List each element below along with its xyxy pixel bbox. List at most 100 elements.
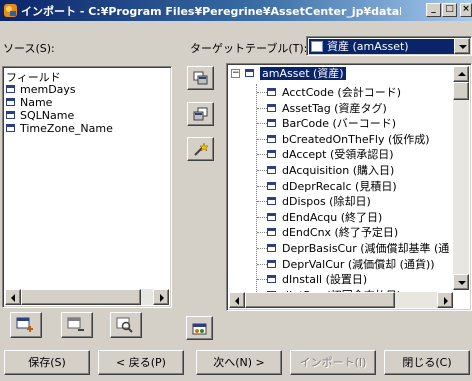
scroll-left-button[interactable] xyxy=(229,292,245,308)
next-button[interactable]: 次へ(N) > xyxy=(196,350,282,375)
scroll-down-button[interactable] xyxy=(453,274,469,290)
tree-item-label: dEndAcqu (終了日) xyxy=(282,210,383,224)
field-icon xyxy=(267,259,276,268)
tree-item-label: dAccept (受領承認日) xyxy=(282,148,394,162)
back-button[interactable]: < 戻る(P) xyxy=(98,350,184,375)
tree-root[interactable]: amAsset (資産) xyxy=(245,65,346,82)
wand-icon xyxy=(194,142,209,156)
field-icon xyxy=(267,88,276,96)
scroll-right-button[interactable] xyxy=(153,289,169,305)
import-button[interactable]: インポート(I) xyxy=(290,350,376,375)
tree-vscrollbar[interactable] xyxy=(453,66,469,290)
tree-connector xyxy=(257,279,267,281)
field-icon xyxy=(6,124,15,132)
maximize-button[interactable]: □ xyxy=(442,3,457,17)
remove-field-icon xyxy=(67,317,84,331)
field-icon xyxy=(267,119,276,128)
script-button[interactable] xyxy=(186,316,213,340)
field-icon xyxy=(267,150,276,159)
tree-item[interactable]: dDispos (除却日) xyxy=(267,193,371,210)
field-item[interactable]: memDays xyxy=(6,83,76,96)
tree-connector xyxy=(257,154,267,156)
collapse-icon[interactable]: − xyxy=(231,69,240,78)
chevron-down-icon xyxy=(459,45,467,49)
scroll-thumb[interactable] xyxy=(453,82,469,100)
source-field-list[interactable]: フィールド memDays Name SQLName TimeZone_Name xyxy=(2,66,172,308)
tree-item[interactable]: dAcquisition (購入日) xyxy=(267,162,394,179)
arrow-up-icon xyxy=(458,72,466,76)
remove-field-button[interactable] xyxy=(61,312,93,338)
close-window-button[interactable]: × xyxy=(460,3,472,17)
auto-map-button[interactable] xyxy=(187,137,214,161)
scroll-right-button[interactable] xyxy=(437,292,453,308)
tree-item[interactable]: BarCode (バーコード) xyxy=(267,115,396,132)
tree-item[interactable]: AssetTag (資産タグ) xyxy=(267,100,387,117)
target-table-select[interactable]: 資産 (amAsset) xyxy=(306,36,472,56)
tree-item-label: DeprValCur (減価償却 (通貨)) xyxy=(282,257,435,271)
tree-connector xyxy=(257,263,267,265)
field-item[interactable]: TimeZone_Name xyxy=(6,122,113,135)
tree-item[interactable]: dDeprRecalc (見積日) xyxy=(267,178,397,195)
tree-item-label: dDispos (除却日) xyxy=(282,195,371,209)
target-table-label: ターゲットテーブル(T): xyxy=(190,42,308,55)
scroll-left-button[interactable] xyxy=(5,289,21,305)
target-table-selected: 資産 (amAsset) xyxy=(309,39,454,54)
tree-connector xyxy=(257,201,267,203)
scroll-thumb[interactable] xyxy=(245,292,395,308)
target-field-tree[interactable]: − amAsset (資産) AcctCode (会計コード) AssetTag … xyxy=(226,63,472,311)
field-icon xyxy=(267,275,276,284)
arrow-right-icon xyxy=(160,294,164,302)
tree-hscrollbar[interactable] xyxy=(229,292,453,308)
magnifier-icon xyxy=(116,317,133,333)
map-field-button[interactable] xyxy=(187,66,214,90)
tree-item[interactable]: DeprBasisCur (減価償却基準 (通 xyxy=(267,240,449,257)
window-title: インポート - C:¥Program Files¥Peregrine¥Asset… xyxy=(21,5,401,18)
tree-item[interactable]: dEndCnx (終了予定日) xyxy=(267,224,398,241)
field-icon xyxy=(267,134,276,143)
field-icon xyxy=(267,244,276,252)
minimize-button[interactable]: _ xyxy=(426,3,441,17)
tree-item[interactable]: dEndAcqu (終了日) xyxy=(267,209,382,226)
tree-item-label: AssetTag (資産タグ) xyxy=(282,101,387,115)
close-button[interactable]: 閉じる(C) xyxy=(384,350,470,375)
add-field-icon xyxy=(16,317,33,332)
save-button[interactable]: 保存(S) xyxy=(4,350,90,375)
field-icon xyxy=(267,103,276,112)
field-item[interactable]: Name xyxy=(6,96,52,109)
field-properties-button[interactable] xyxy=(110,312,142,338)
arrow-down-icon xyxy=(458,281,466,285)
tree-item[interactable]: dInstall (設置日) xyxy=(267,271,367,288)
tree-item-label: dEndCnx (終了予定日) xyxy=(282,226,399,240)
tree-item[interactable]: AcctCode (会計コード) xyxy=(267,84,401,101)
field-icon xyxy=(267,181,276,190)
source-label: ソース(S): xyxy=(3,42,55,55)
tree-item-label: dAcquisition (購入日) xyxy=(282,164,395,177)
table-icon xyxy=(245,69,254,77)
tree-connector xyxy=(257,185,267,187)
field-list-hscrollbar[interactable] xyxy=(5,289,169,305)
add-field-button[interactable] xyxy=(10,312,42,338)
unmap-field-button[interactable] xyxy=(187,102,214,126)
scroll-thumb[interactable] xyxy=(21,289,141,305)
unmap-field-icon xyxy=(193,107,208,121)
dropdown-arrow-button[interactable] xyxy=(454,38,470,54)
field-icon xyxy=(6,98,15,106)
tree-connector xyxy=(257,216,267,218)
tree-item-label: BarCode (バーコード) xyxy=(282,117,397,131)
scroll-up-button[interactable] xyxy=(453,66,469,82)
tree-item-label: dDeprRecalc (見積日) xyxy=(282,179,397,193)
arrow-right-icon xyxy=(444,297,448,305)
tree-item-label: dInstall (設置日) xyxy=(282,273,368,287)
field-icon xyxy=(267,166,276,174)
field-icon xyxy=(6,111,15,119)
tree-item[interactable]: dAccept (受領承認日) xyxy=(267,146,394,163)
tree-connector xyxy=(257,123,267,125)
tree-item[interactable]: DeprValCur (減価償却 (通貨)) xyxy=(267,256,435,273)
map-field-icon xyxy=(193,71,208,85)
tree-item-label: bCreatedOnTheFly (仮作成) xyxy=(282,132,430,146)
tree-item-label: DeprBasisCur (減価償却基準 (通 xyxy=(282,242,450,255)
table-link-icon xyxy=(192,323,207,335)
field-item[interactable]: SQLName xyxy=(6,109,74,122)
tree-item[interactable]: bCreatedOnTheFly (仮作成) xyxy=(267,131,430,148)
field-icon xyxy=(267,212,276,221)
